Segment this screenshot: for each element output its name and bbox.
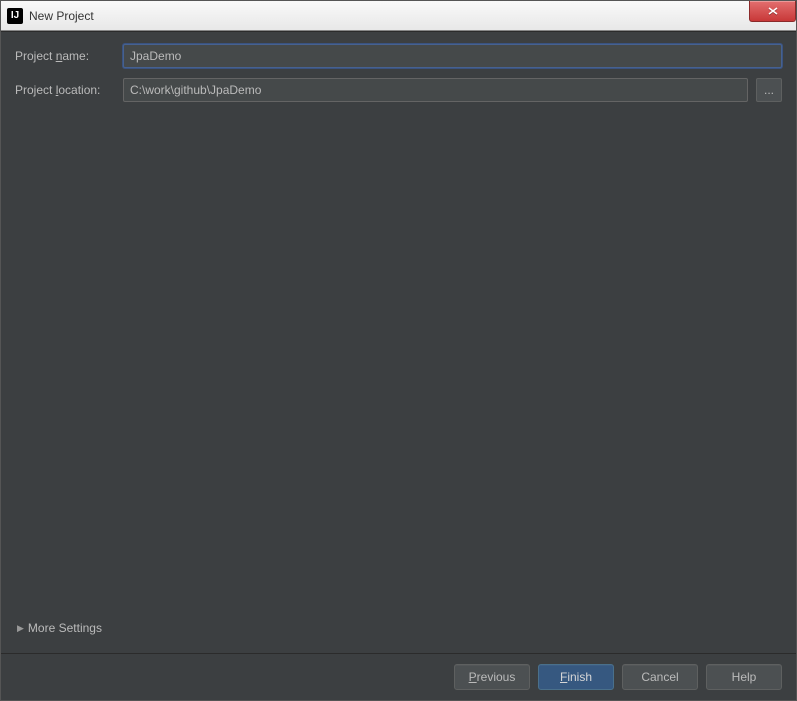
app-icon: IJ [7, 8, 23, 24]
content-spacer [15, 112, 782, 613]
finish-button[interactable]: Finish [538, 664, 614, 690]
browse-location-button[interactable]: ... [756, 78, 782, 102]
dialog-content: Project name: Project location: ... ▶ Mo… [1, 31, 796, 653]
window-controls [749, 1, 796, 22]
project-location-row: Project location: ... [15, 78, 782, 102]
project-name-label: Project name: [15, 49, 115, 63]
dialog-footer: Previous Finish Cancel Help [1, 653, 796, 700]
help-button[interactable]: Help [706, 664, 782, 690]
window-title: New Project [29, 9, 94, 23]
project-name-input[interactable] [123, 44, 782, 68]
new-project-dialog: IJ New Project Project name: Project loc… [0, 0, 797, 701]
titlebar[interactable]: IJ New Project [1, 1, 796, 31]
more-settings-label: More Settings [28, 621, 102, 635]
cancel-button[interactable]: Cancel [622, 664, 698, 690]
chevron-right-icon: ▶ [17, 623, 24, 634]
project-location-label: Project location: [15, 83, 115, 97]
close-icon [768, 7, 778, 15]
close-button[interactable] [749, 1, 796, 22]
more-settings-toggle[interactable]: ▶ More Settings [15, 613, 782, 653]
project-name-row: Project name: [15, 44, 782, 68]
previous-button[interactable]: Previous [454, 664, 530, 690]
project-location-input[interactable] [123, 78, 748, 102]
